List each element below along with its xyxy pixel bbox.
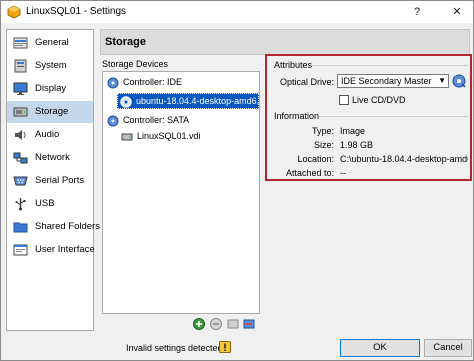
optical-drive-label: Optical Drive: xyxy=(279,77,334,87)
sidebar-item-label: Display xyxy=(35,83,67,94)
ok-button[interactable]: OK xyxy=(340,339,420,357)
ide-controller-icon xyxy=(107,77,119,89)
controller-label: Controller: IDE xyxy=(123,77,183,87)
sidebar-item-display[interactable]: Display xyxy=(7,78,93,100)
general-icon xyxy=(13,37,28,49)
information-caption: Information xyxy=(274,111,320,121)
info-location-value: C:\ubuntu-18.04.4-desktop-amd6... xyxy=(340,154,468,164)
sidebar-item-usb[interactable]: USB xyxy=(7,193,93,215)
cancel-button[interactable]: Cancel xyxy=(424,339,472,357)
sidebar-item-storage[interactable]: Storage xyxy=(7,101,93,123)
sidebar-item-label: User Interface xyxy=(35,244,95,255)
sidebar-item-label: Network xyxy=(35,152,70,163)
device-label: LinuxSQL01.vdi xyxy=(137,131,201,141)
sidebar-item-system[interactable]: System xyxy=(7,55,93,77)
sidebar-item-shared-folders[interactable]: Shared Folders xyxy=(7,216,100,238)
display-icon xyxy=(13,82,28,95)
information-divider xyxy=(319,116,468,117)
info-type-label: Type: xyxy=(311,126,334,136)
storage-devices-tree[interactable]: Controller: IDE ubuntu-18.04.4-desktop-a… xyxy=(102,71,264,314)
sidebar-item-audio[interactable]: Audio xyxy=(7,124,93,146)
info-size-label: Size: xyxy=(313,140,334,150)
sidebar-item-label: Serial Ports xyxy=(35,175,85,186)
tree-device-disk[interactable]: LinuxSQL01.vdi xyxy=(121,130,257,144)
info-type-value: Image xyxy=(340,126,366,136)
remove-controller-icon[interactable] xyxy=(242,317,256,331)
tree-controller-ide[interactable]: Controller: IDE xyxy=(107,76,257,90)
shared-folders-icon xyxy=(13,222,28,233)
device-label: ubuntu-18.04.4-desktop-amd6... xyxy=(136,96,265,106)
serial-ports-icon xyxy=(13,176,28,186)
virtualbox-app-icon xyxy=(7,5,21,19)
attributes-caption: Attributes xyxy=(274,60,313,70)
sidebar-item-user-interface[interactable]: User Interface xyxy=(7,239,95,261)
user-interface-icon xyxy=(13,244,28,256)
live-cd-label[interactable]: Live CD/DVD xyxy=(352,95,406,105)
tree-device-optical[interactable]: ubuntu-18.04.4-desktop-amd6... xyxy=(117,93,264,109)
info-location-label: Location: xyxy=(297,154,334,164)
hard-disk-icon xyxy=(121,133,133,141)
sidebar-item-label: System xyxy=(35,60,67,71)
help-button[interactable]: ? xyxy=(405,4,429,20)
optical-drive-select[interactable]: IDE Secondary Master ▼ xyxy=(337,74,449,88)
usb-icon xyxy=(15,198,26,211)
storage-devices-caption: Storage Devices xyxy=(102,59,169,69)
sidebar-item-network[interactable]: Network xyxy=(7,147,93,169)
storage-icon xyxy=(13,107,28,117)
audio-icon xyxy=(15,130,26,140)
sidebar-item-label: Audio xyxy=(35,129,60,140)
title-bar: LinuxSQL01 - Settings ? ✕ xyxy=(1,1,473,23)
page-title: Storage xyxy=(105,36,146,48)
sidebar-item-general[interactable]: General xyxy=(7,32,93,54)
sata-controller-icon xyxy=(107,115,119,127)
settings-sidebar: General System Display Storage Audio Net… xyxy=(6,29,100,331)
choose-disc-icon[interactable] xyxy=(452,74,466,88)
optical-disc-icon xyxy=(120,96,132,108)
optical-drive-value: IDE Secondary Master xyxy=(341,76,432,86)
live-cd-checkbox[interactable] xyxy=(339,95,349,105)
network-icon xyxy=(13,152,28,164)
page-header: Storage xyxy=(100,29,470,55)
tree-controller-sata[interactable]: Controller: SATA xyxy=(107,114,257,128)
sidebar-item-label: Shared Folders xyxy=(35,221,100,232)
system-icon xyxy=(14,59,27,73)
chevron-down-icon: ▼ xyxy=(438,76,446,85)
status-message: Invalid settings detected xyxy=(126,343,223,353)
sidebar-item-label: Storage xyxy=(35,106,69,117)
add-attachment-icon[interactable] xyxy=(192,317,206,331)
settings-window: LinuxSQL01 - Settings ? ✕ General System… xyxy=(0,0,474,361)
info-size-value: 1.98 GB xyxy=(340,140,374,150)
controller-label: Controller: SATA xyxy=(123,115,190,125)
window-title: LinuxSQL01 - Settings xyxy=(26,6,127,17)
warning-icon[interactable] xyxy=(219,341,231,353)
sidebar-item-label: USB xyxy=(35,198,55,209)
add-controller-icon[interactable] xyxy=(226,317,240,331)
sidebar-item-label: General xyxy=(35,37,69,48)
remove-attachment-icon[interactable] xyxy=(209,317,223,331)
attributes-divider xyxy=(312,65,468,66)
close-button[interactable]: ✕ xyxy=(445,4,469,20)
info-attached-value: -- xyxy=(340,168,346,178)
info-attached-label: Attached to: xyxy=(285,168,334,178)
sidebar-item-serial-ports[interactable]: Serial Ports xyxy=(7,170,93,192)
